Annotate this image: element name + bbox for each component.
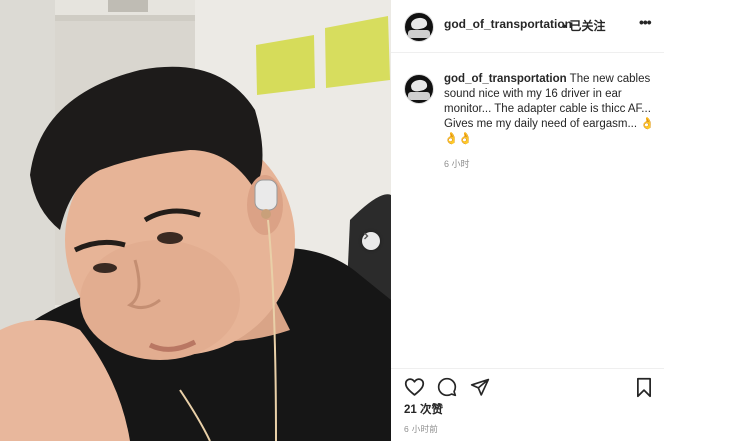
comment-icon[interactable] [437,377,457,402]
more-options-icon[interactable]: ••• [639,14,652,30]
post-photo[interactable] [0,0,391,441]
post-header: god_of_transportation • 已关注 ••• [391,0,664,53]
heart-icon[interactable] [404,377,425,402]
caption-username[interactable]: god_of_transportation [444,73,567,85]
bookmark-icon[interactable] [635,377,653,403]
like-count[interactable]: 21 次赞 [404,401,443,417]
post-detail-panel: god_of_transportation • 已关注 ••• god_of_t… [391,0,664,441]
selfie-illustration [0,0,391,441]
carousel-next-button[interactable] [362,232,380,250]
separator-dot: • [562,19,567,33]
author-avatar[interactable] [404,12,434,42]
post-timestamp: 6 小时前 [404,424,439,434]
caption-avatar[interactable] [404,74,434,104]
following-status[interactable]: • 已关注 [562,17,606,34]
author-username[interactable]: god_of_transportation [444,17,572,31]
page-background [664,0,731,441]
caption-timestamp: 6 小时 [444,159,470,169]
following-label: 已关注 [569,19,606,33]
action-bar [391,368,664,405]
paper-plane-icon[interactable] [470,377,490,402]
caption-text-block: god_of_transportation The new cables soun… [444,72,662,147]
